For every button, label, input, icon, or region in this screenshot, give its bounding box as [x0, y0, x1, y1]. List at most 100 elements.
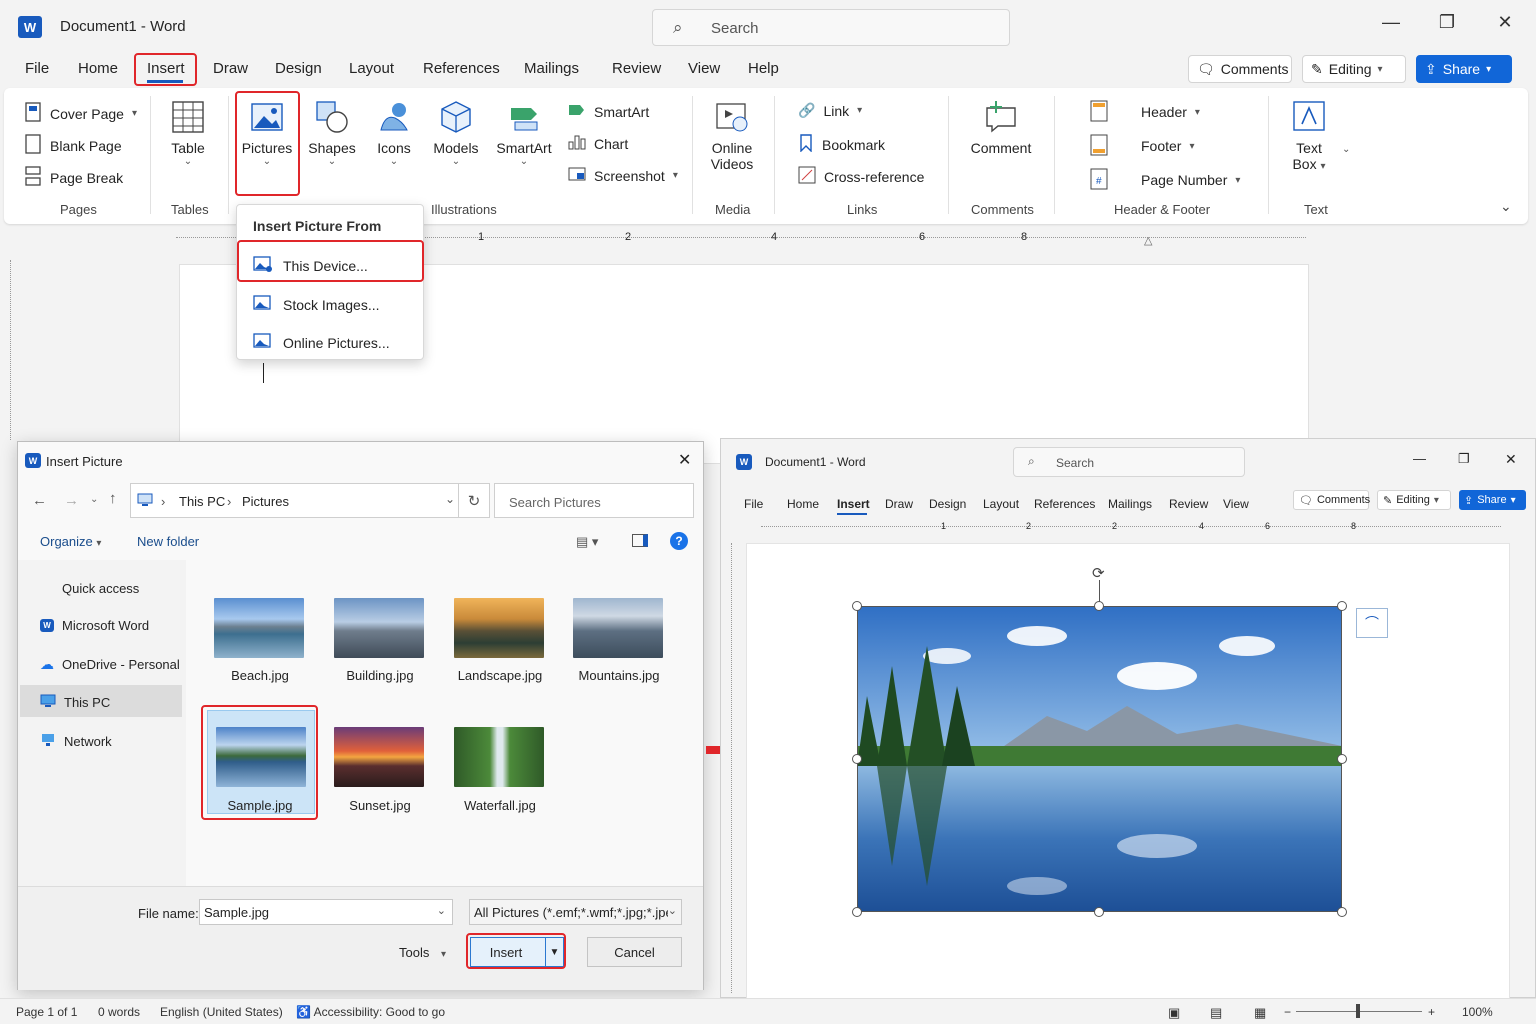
right-indent-marker-icon[interactable]: △ — [1144, 234, 1152, 247]
refresh-button[interactable]: ↻ — [458, 483, 490, 518]
print-layout-icon[interactable]: ▤ — [1210, 1005, 1222, 1021]
tab-home[interactable]: Home — [78, 60, 118, 77]
back-arrow-icon[interactable]: ← — [32, 492, 47, 509]
cover-page-button[interactable]: Cover Page ▾ — [24, 102, 137, 125]
new-comment-button[interactable]: Comment — [968, 100, 1034, 156]
footer-button[interactable]: Footer ▾ — [1141, 138, 1195, 154]
search-pictures-input[interactable]: Search Pictures — [494, 483, 694, 518]
online-videos-button[interactable]: Online Videos — [704, 100, 760, 172]
table-button[interactable]: Table ⌄ — [164, 100, 212, 167]
text-more-chevron-icon[interactable]: ⌄ — [1342, 144, 1350, 155]
tab-review[interactable]: Review — [1169, 497, 1208, 511]
new-folder-button[interactable]: New folder — [137, 534, 199, 549]
resize-handle[interactable] — [1337, 907, 1347, 917]
zoom-out-icon[interactable]: − — [1284, 1005, 1291, 1019]
tab-references[interactable]: References — [1034, 497, 1095, 511]
models-button[interactable]: Models ⌄ — [432, 100, 480, 167]
layout-options-icon[interactable]: ⌒ — [1356, 608, 1388, 638]
organize-button[interactable]: Organize ▾ — [40, 534, 101, 549]
editing-button[interactable]: ✎ Editing ▾ — [1377, 490, 1451, 510]
view-options-icon[interactable]: ▤ ▾ — [576, 534, 598, 550]
nav-onedrive[interactable]: ☁ OneDrive - Personal — [40, 656, 180, 673]
tab-draw[interactable]: Draw — [885, 497, 913, 511]
resize-handle[interactable] — [1337, 754, 1347, 764]
online-pictures-item[interactable]: Online Pictures... — [253, 332, 390, 353]
nav-network[interactable]: Network — [40, 733, 112, 750]
tab-file[interactable]: File — [25, 60, 49, 77]
bookmark-button[interactable]: Bookmark — [798, 134, 885, 155]
breadcrumb-this-pc[interactable]: This PC — [179, 494, 225, 509]
tab-references[interactable]: References — [423, 60, 500, 77]
language[interactable]: English (United States) — [160, 1005, 283, 1019]
comments-button[interactable]: 🗨 Comments — [1293, 490, 1370, 510]
mountains-thumbnail[interactable] — [573, 598, 663, 658]
file-label[interactable]: Landscape.jpg — [440, 668, 560, 683]
smartart-big-button[interactable]: SmartArt ⌄ — [496, 100, 552, 167]
waterfall-thumbnail[interactable] — [454, 727, 544, 787]
word-count[interactable]: 0 words — [98, 1005, 140, 1019]
zoom-slider-thumb[interactable] — [1356, 1004, 1360, 1018]
minimize-button[interactable]: — — [1413, 451, 1426, 466]
document-page[interactable]: ⟳ ⌒ — [746, 543, 1510, 999]
screenshot-button[interactable]: Screenshot ▾ — [568, 166, 678, 185]
page-number-button[interactable]: Page Number ▾ — [1141, 172, 1240, 188]
page-count[interactable]: Page 1 of 1 — [16, 1005, 77, 1019]
file-label[interactable]: Beach.jpg — [200, 668, 320, 683]
tab-view[interactable]: View — [1223, 497, 1249, 511]
beach-thumbnail[interactable] — [214, 598, 304, 658]
forward-arrow-icon[interactable]: → — [64, 492, 79, 509]
resize-handle[interactable] — [852, 754, 862, 764]
close-button[interactable]: ✕ — [1505, 451, 1517, 468]
accessibility-status[interactable]: ♿ Accessibility: Good to go — [296, 1005, 445, 1019]
zoom-level[interactable]: 100% — [1462, 1005, 1493, 1019]
cross-reference-button[interactable]: Cross-reference — [798, 166, 924, 187]
dialog-close-button[interactable]: ✕ — [678, 450, 691, 470]
tab-design[interactable]: Design — [275, 60, 322, 77]
blank-page-button[interactable]: Blank Page — [24, 134, 122, 157]
sunset-thumbnail[interactable] — [334, 727, 424, 787]
minimize-button[interactable]: — — [1376, 12, 1406, 33]
resize-handle[interactable] — [852, 907, 862, 917]
icons-button[interactable]: Icons ⌄ — [370, 100, 418, 167]
tools-button[interactable]: Tools ▾ — [399, 945, 446, 960]
landscape-thumbnail[interactable] — [454, 598, 544, 658]
web-layout-icon[interactable]: ▦ — [1254, 1005, 1266, 1021]
resize-handle[interactable] — [1094, 907, 1104, 917]
close-button[interactable]: ✕ — [1490, 12, 1520, 33]
resize-handle[interactable] — [852, 601, 862, 611]
tab-layout[interactable]: Layout — [349, 60, 394, 77]
file-name-input[interactable]: Sample.jpg ⌄ — [199, 899, 453, 925]
collapse-ribbon-icon[interactable]: ⌄ — [1500, 198, 1512, 215]
restore-button[interactable]: ❐ — [1432, 12, 1462, 33]
share-button[interactable]: ⇪ Share ▾ — [1459, 490, 1526, 510]
tab-review[interactable]: Review — [612, 60, 661, 77]
text-box-button[interactable]: Text Box ▾ — [1284, 100, 1334, 172]
zoom-in-icon[interactable]: + — [1428, 1005, 1435, 1019]
file-label[interactable]: Waterfall.jpg — [440, 798, 560, 813]
search-box[interactable]: ⌕ Search — [652, 9, 1010, 46]
address-bar[interactable]: › This PC › Pictures ⌄ — [130, 483, 466, 518]
tab-mailings[interactable]: Mailings — [524, 60, 579, 77]
restore-button[interactable]: ❐ — [1458, 451, 1470, 467]
rotate-handle-icon[interactable]: ⟳ — [1092, 564, 1105, 582]
nav-quick-access[interactable]: Quick access — [40, 581, 139, 596]
resize-handle[interactable] — [1337, 601, 1347, 611]
preview-pane-icon[interactable] — [632, 534, 648, 547]
tab-layout[interactable]: Layout — [983, 497, 1019, 511]
file-label[interactable]: Building.jpg — [320, 668, 440, 683]
comments-button[interactable]: 🗨 Comments — [1188, 55, 1292, 83]
chart-button[interactable]: Chart — [568, 134, 628, 153]
building-thumbnail[interactable] — [334, 598, 424, 658]
tab-design[interactable]: Design — [929, 497, 966, 511]
tab-file[interactable]: File — [744, 497, 763, 511]
search-box[interactable]: ⌕ Search — [1013, 447, 1245, 477]
stock-images-item[interactable]: Stock Images... — [253, 294, 379, 315]
help-icon[interactable]: ? — [670, 532, 688, 550]
tab-draw[interactable]: Draw — [213, 60, 248, 77]
editing-button[interactable]: ✎ Editing ▾ — [1302, 55, 1406, 83]
breadcrumb-pictures[interactable]: Pictures — [242, 494, 289, 509]
focus-mode-icon[interactable]: ▣ — [1168, 1005, 1180, 1021]
shapes-button[interactable]: Shapes ⌄ — [306, 100, 358, 167]
share-button[interactable]: ⇪ Share ▾ — [1416, 55, 1512, 83]
up-arrow-icon[interactable]: ↑ — [109, 490, 117, 507]
